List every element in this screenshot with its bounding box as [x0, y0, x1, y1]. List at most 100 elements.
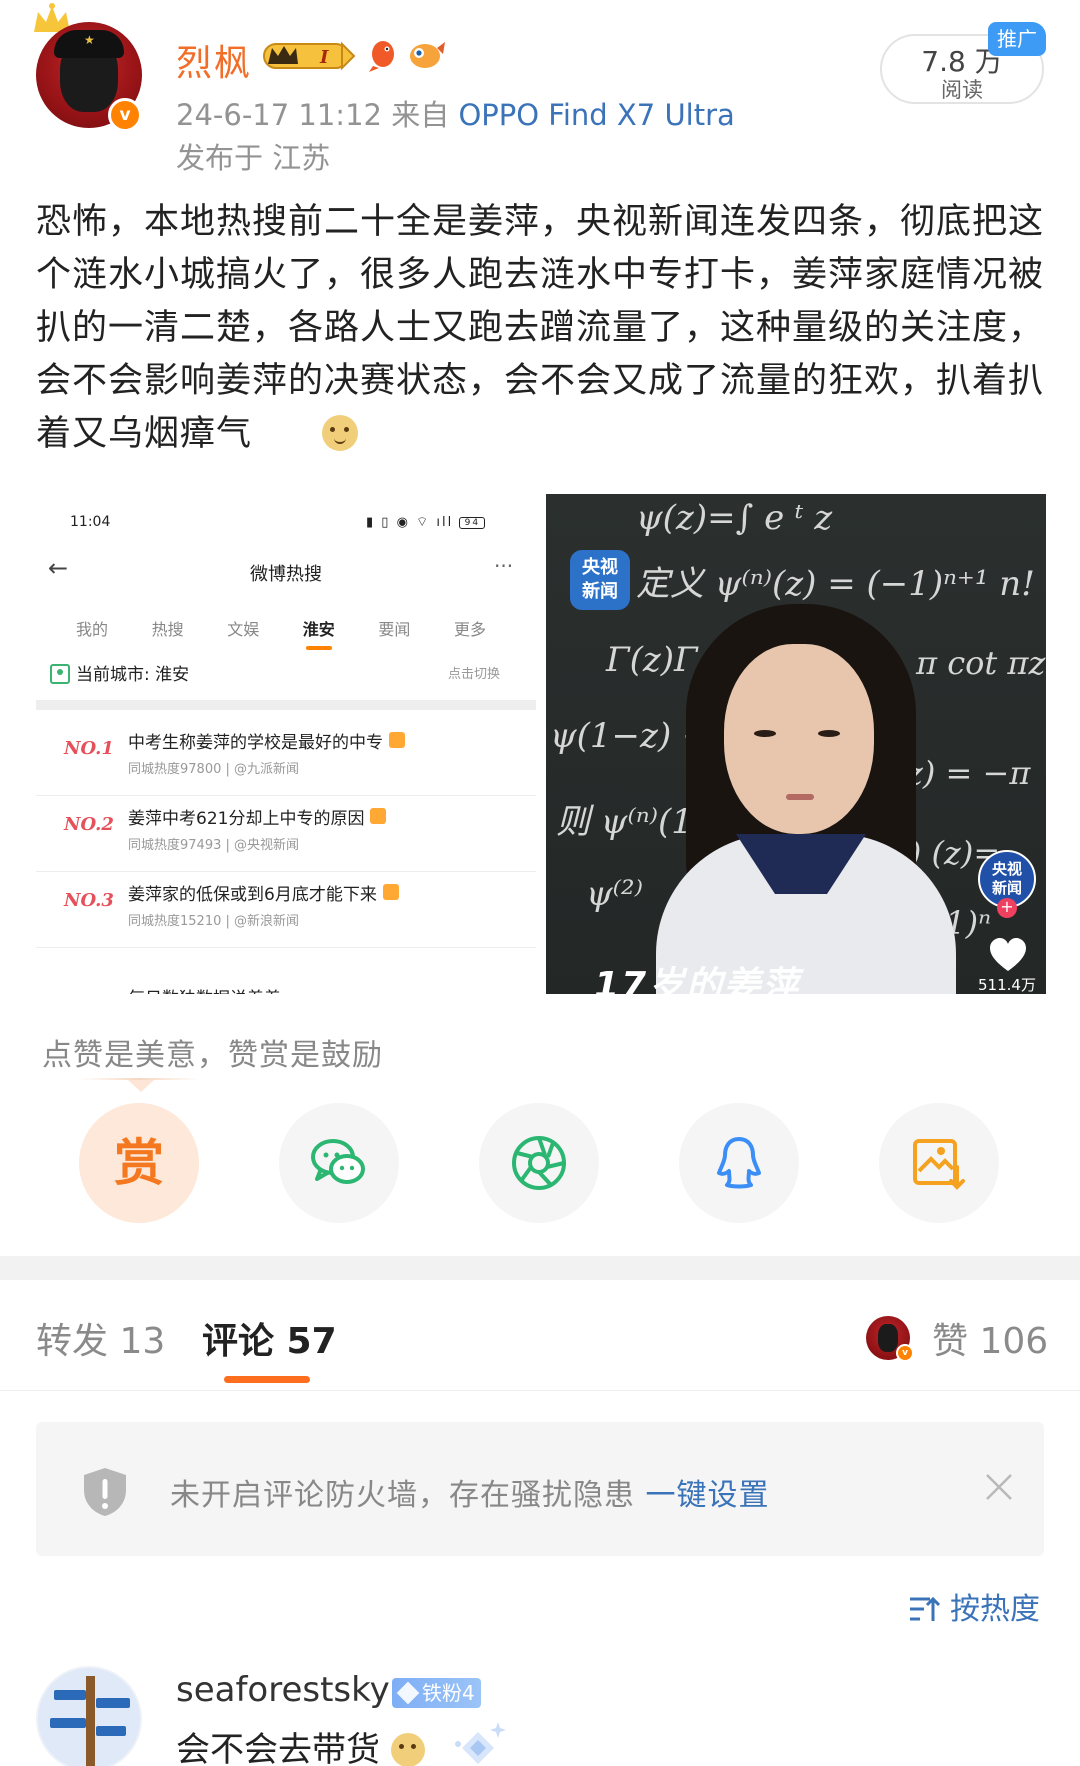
hotsearch-item-title: 中考生称姜萍的学校是最好的中专 [128, 728, 405, 753]
close-icon[interactable] [982, 1470, 1016, 1504]
fan-level-text: 铁粉4 [422, 1681, 475, 1705]
commenter-avatar[interactable] [36, 1666, 142, 1766]
author-name[interactable]: 烈枫 [176, 34, 252, 86]
more-dots-icon: ··· [494, 554, 514, 578]
reward-label: 赏 [114, 1134, 164, 1192]
commenter-name[interactable]: seaforestsky [176, 1670, 390, 1710]
comment-firewall-notice: 未开启评论防火墙，存在骚扰隐患 一键设置 [36, 1422, 1044, 1556]
diamond-icon [396, 1681, 420, 1705]
heart-icon [990, 938, 1026, 971]
hotsearch-tab: 要闻 [378, 620, 411, 639]
cctv-logo-text: 央视 新闻 [582, 557, 618, 602]
avatar-star-icon: ★ [84, 33, 95, 47]
comment-text: 会不会去带货 [176, 1722, 425, 1766]
hot-tag-icon [370, 808, 387, 824]
post-location: 发布于 江苏 [176, 141, 331, 175]
hotsearch-item-text: 姜萍中考621分却上中专的原因 [128, 809, 365, 829]
sparkle-decoration-icon [455, 1722, 506, 1764]
post-meta: 24-6-17 11:12 来自 OPPO Find X7 Ultra [176, 92, 735, 134]
source-device-link[interactable]: OPPO Find X7 Ultra [458, 98, 734, 132]
save-image-button[interactable] [879, 1103, 999, 1223]
hint-pointer [128, 1080, 154, 1092]
notice-text: 未开启评论防火墙，存在骚扰隐患 一键设置 [170, 1470, 770, 1514]
share-wechat-button[interactable] [279, 1103, 399, 1223]
share-qq-button[interactable] [679, 1103, 799, 1223]
reward-hint: 点赞是美意，赞赏是鼓励 [42, 1038, 383, 1073]
shield-warning-icon [84, 1468, 126, 1516]
avatar-sign [54, 1690, 86, 1700]
chalk-writing: z) = −π [906, 754, 1031, 792]
person-face [724, 644, 874, 834]
post-image-video-still[interactable]: ψ(z)=∫ e ᵗ z 定义 ψ⁽ⁿ⁾(z) = (−1)ⁿ⁺¹ n! Γ(z… [546, 494, 1046, 994]
promote-tag[interactable]: 推广 [988, 22, 1046, 56]
avatar-sign [96, 1698, 130, 1708]
source-prefix: 来自 [391, 98, 450, 132]
sort-label: 按热度 [950, 1592, 1040, 1627]
divider [36, 700, 536, 710]
verified-v-icon: v [896, 1344, 914, 1362]
hotsearch-item: NO.2 姜萍中考621分却上中专的原因 同城热度97493 | @央视新闻 [36, 786, 536, 872]
tab-comment[interactable]: 评论 57 [202, 1312, 337, 1364]
sort-by-hot-button[interactable]: 按热度 [908, 1584, 1040, 1628]
pufferfish-icon [410, 42, 445, 68]
avatar-signpost [86, 1676, 95, 1766]
comment-body: 会不会去带货 [176, 1730, 380, 1766]
hotsearch-item-title: 姜萍中考621分却上中专的原因 [128, 804, 387, 829]
hotsearch-tab-active: 淮安 [302, 620, 335, 639]
avatar-sign [96, 1726, 126, 1736]
notice-message: 未开启评论防火墙，存在骚扰隐患 [170, 1478, 635, 1513]
post-datetime: 24-6-17 11:12 [176, 98, 382, 132]
phone-signal-icons: ▮ ▯ ◉ ⌔ ıll [366, 515, 454, 530]
hotsearch-title: 微博热搜 [250, 564, 322, 585]
hotsearch-item-sub: 同城热度97800 | @九派新闻 [128, 762, 299, 777]
tab-likes[interactable]: 赞 106 [932, 1312, 1048, 1364]
fan-level-badge[interactable]: 铁粉4 [392, 1678, 481, 1708]
hotsearch-item-text: 中考生称姜萍的学校是最好的中专 [128, 733, 383, 753]
hotsearch-tab: 我的 [76, 620, 109, 639]
verified-v-icon: v [108, 98, 142, 132]
hotsearch-item: NO.1 中考生称姜萍的学校是最好的中专 同城热度97800 | @九派新闻 [36, 710, 536, 796]
video-caption: 17岁的姜萍 [594, 965, 801, 994]
share-moments-button[interactable] [479, 1103, 599, 1223]
section-separator [0, 1256, 1080, 1280]
person-eye [754, 730, 776, 737]
hotsearch-tabs: 我的 热搜 文娱 淮安 要闻 更多 [76, 616, 486, 640]
post-text: 恐怖，本地热搜前二十全是姜萍，央视新闻连发四条，彻底把这个涟水小城搞火了，很多人… [36, 202, 1045, 454]
doge-emoji-icon [390, 1733, 425, 1766]
hotsearch-item-cut: 每日数独数据说着着 [128, 984, 281, 994]
koi-fish-icon [369, 41, 394, 72]
hotsearch-item-sub: 同城热度97493 | @央视新闻 [128, 838, 299, 853]
chalk-writing: π cot πz [916, 644, 1046, 682]
current-city: 当前城市: 淮安 [76, 665, 190, 685]
location-pin-icon [50, 664, 70, 684]
camera-aperture-icon [512, 1136, 566, 1190]
sort-icon [910, 1596, 940, 1621]
liker-avatar-portrait [878, 1324, 898, 1352]
cctv-news-logo: 央视 新闻 [570, 550, 630, 610]
hotsearch-tab: 更多 [453, 620, 486, 639]
reward-button[interactable]: 赏 [79, 1103, 199, 1223]
chalk-writing: Γ(z)Γ [606, 640, 698, 680]
battery-icon: 94 [459, 516, 486, 529]
person-eye [818, 730, 840, 737]
one-click-setup-link[interactable]: 一键设置 [646, 1478, 770, 1513]
svip-level-badge-icon[interactable]: I [262, 40, 356, 72]
chalk-writing: 定义 ψ⁽ⁿ⁾(z) = (−1)ⁿ⁺¹ n! [636, 564, 1035, 604]
hotsearch-item-title: 姜萍家的低保或到6月底才能下来 [128, 880, 399, 905]
hot-tag-icon [382, 884, 399, 900]
post-image-hotsearch-screenshot[interactable]: 11:04 ▮ ▯ ◉ ⌔ ıll 94 ← 微博热搜 ··· 我的 热搜 文娱… [36, 494, 536, 994]
save-image-icon [913, 1139, 965, 1190]
hotsearch-rank: NO.1 [64, 738, 114, 759]
phone-status-time: 11:04 [70, 514, 111, 530]
wechat-icon [311, 1139, 365, 1184]
cctv-avatar-text: 央视 新闻 [991, 860, 1022, 897]
hotsearch-rank: NO.3 [64, 890, 114, 911]
read-label: 阅读 [941, 78, 983, 102]
level-badge-text: I [319, 47, 329, 68]
post-body: 恐怖，本地热搜前二十全是姜萍，央视新闻连发四条，彻底把这个涟水小城搞火了，很多人… [36, 196, 1046, 461]
phone-status-icons: ▮ ▯ ◉ ⌔ ıll 94 [366, 514, 486, 530]
hotsearch-item-sub: 同城热度15210 | @新浪新闻 [128, 914, 299, 929]
post-header: ★ v 烈枫 I 24-6-17 11:12 来自 OPPO Find X7 U… [0, 0, 1080, 180]
hotsearch-item: NO.3 姜萍家的低保或到6月底才能下来 同城热度15210 | @新浪新闻 [36, 862, 536, 948]
tab-repost[interactable]: 转发 13 [36, 1312, 165, 1364]
